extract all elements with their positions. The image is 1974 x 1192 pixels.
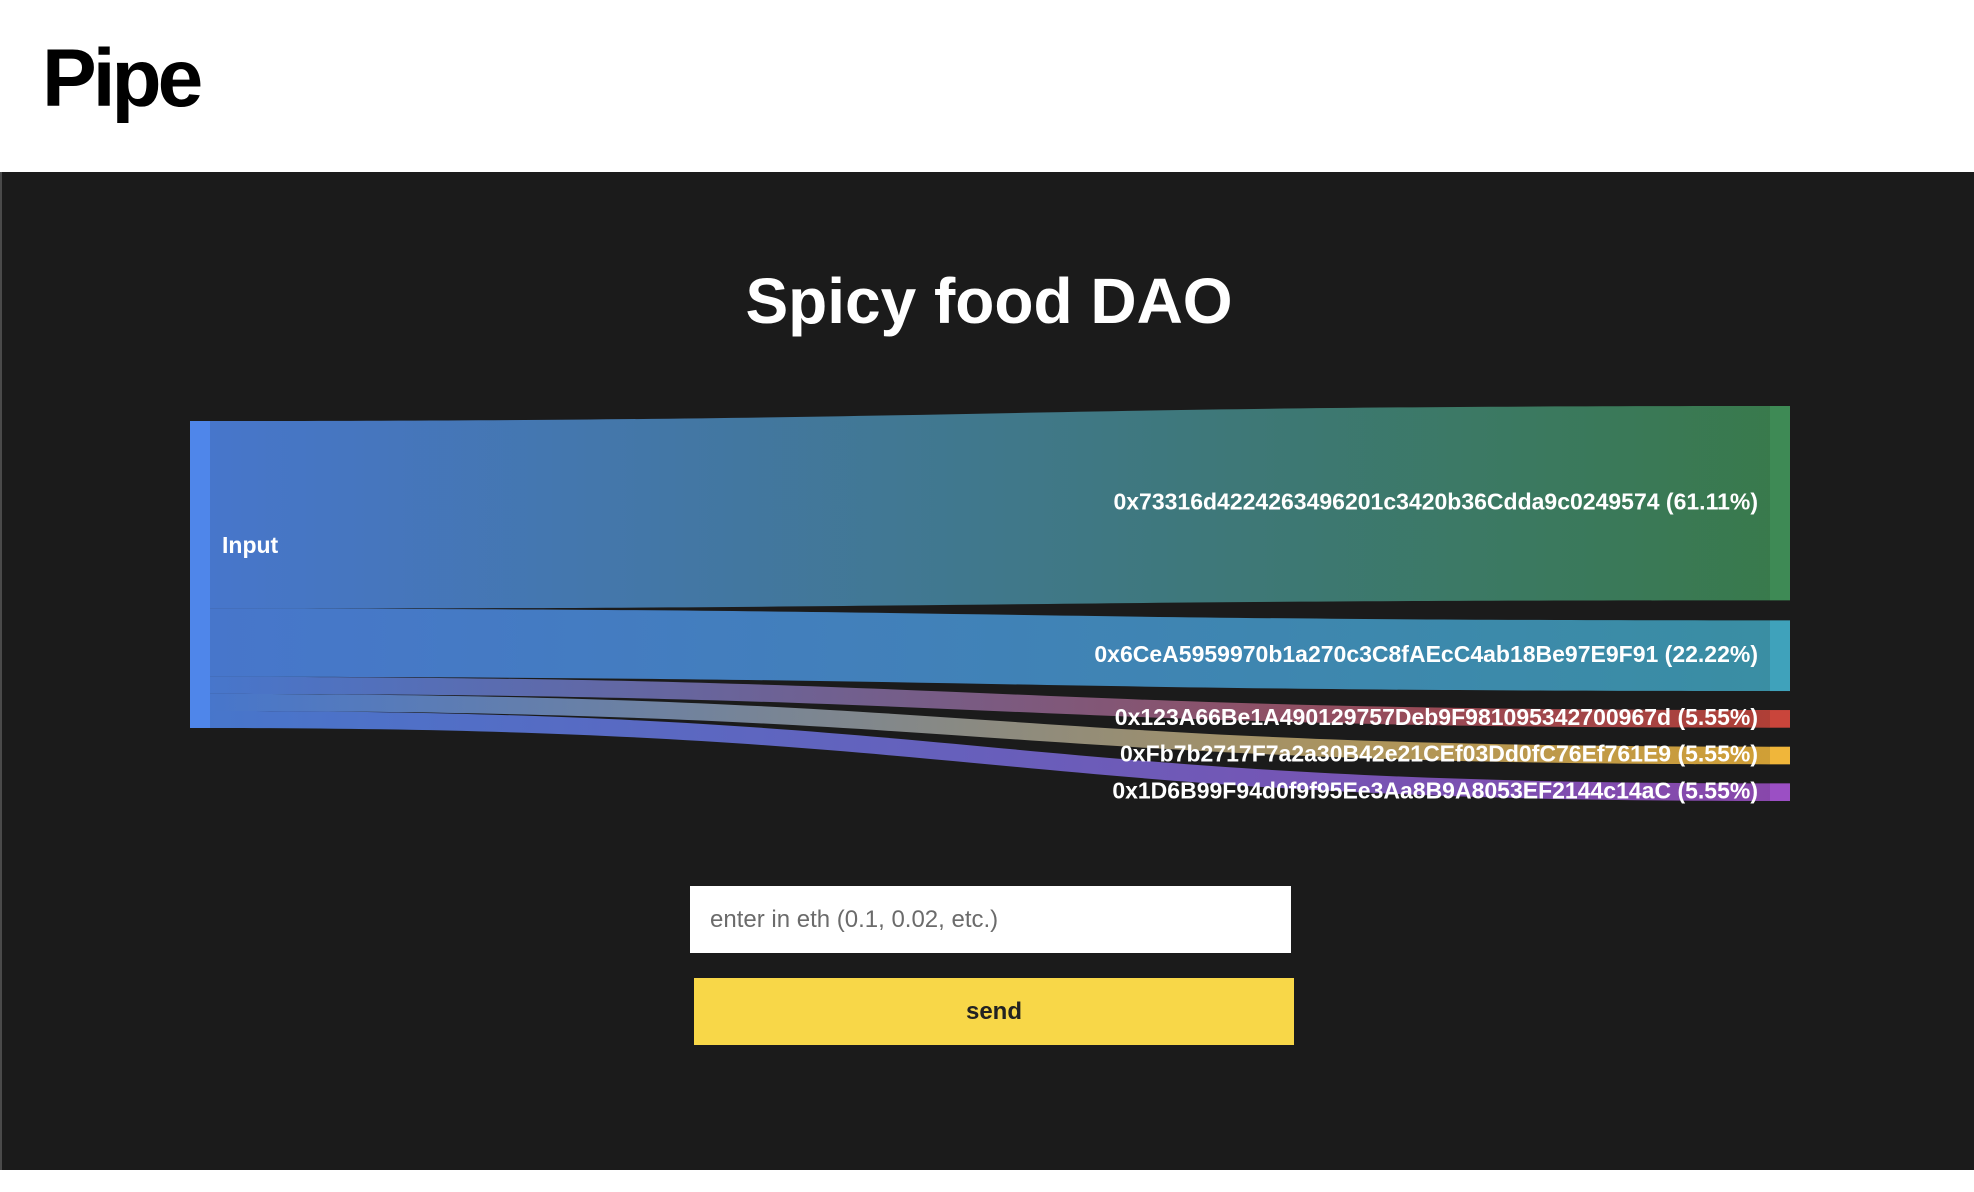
sankey-node-target-1 — [1770, 406, 1790, 601]
sankey-node-target-5 — [1770, 783, 1790, 801]
sankey-node-target-2 — [1770, 620, 1790, 692]
sankey-label-input: Input — [222, 532, 279, 558]
footer-strip — [0, 1170, 1974, 1192]
sankey-label-target-1: 0x73316d4224263496201c3420b36Cdda9c02495… — [1113, 488, 1758, 514]
sankey-node-target-3 — [1770, 710, 1790, 728]
sankey-label-target-4: 0xFb7b2717F7a2a30B42e21CEf03Dd0fC76Ef761… — [1120, 741, 1758, 767]
main-panel: Spicy food DAO Input 0x73316d422426349620… — [0, 172, 1974, 1170]
sankey-label-target-3: 0x123A66Be1A490129757Deb9F98109534270096… — [1115, 704, 1758, 730]
sankey-label-target-2: 0x6CeA5959970b1a270c3C8fAEcC4ab18Be97E9F… — [1094, 641, 1758, 667]
send-button[interactable]: send — [694, 978, 1294, 1045]
sankey-node-input — [190, 421, 210, 728]
sankey-label-target-5: 0x1D6B99F94d0f9f95Ee3Aa8B9A8053EF2144c14… — [1112, 777, 1758, 803]
header: Pipe — [0, 0, 1974, 172]
sankey-node-target-4 — [1770, 746, 1790, 765]
app-logo: Pipe — [42, 33, 203, 124]
eth-amount-input[interactable] — [690, 886, 1291, 953]
